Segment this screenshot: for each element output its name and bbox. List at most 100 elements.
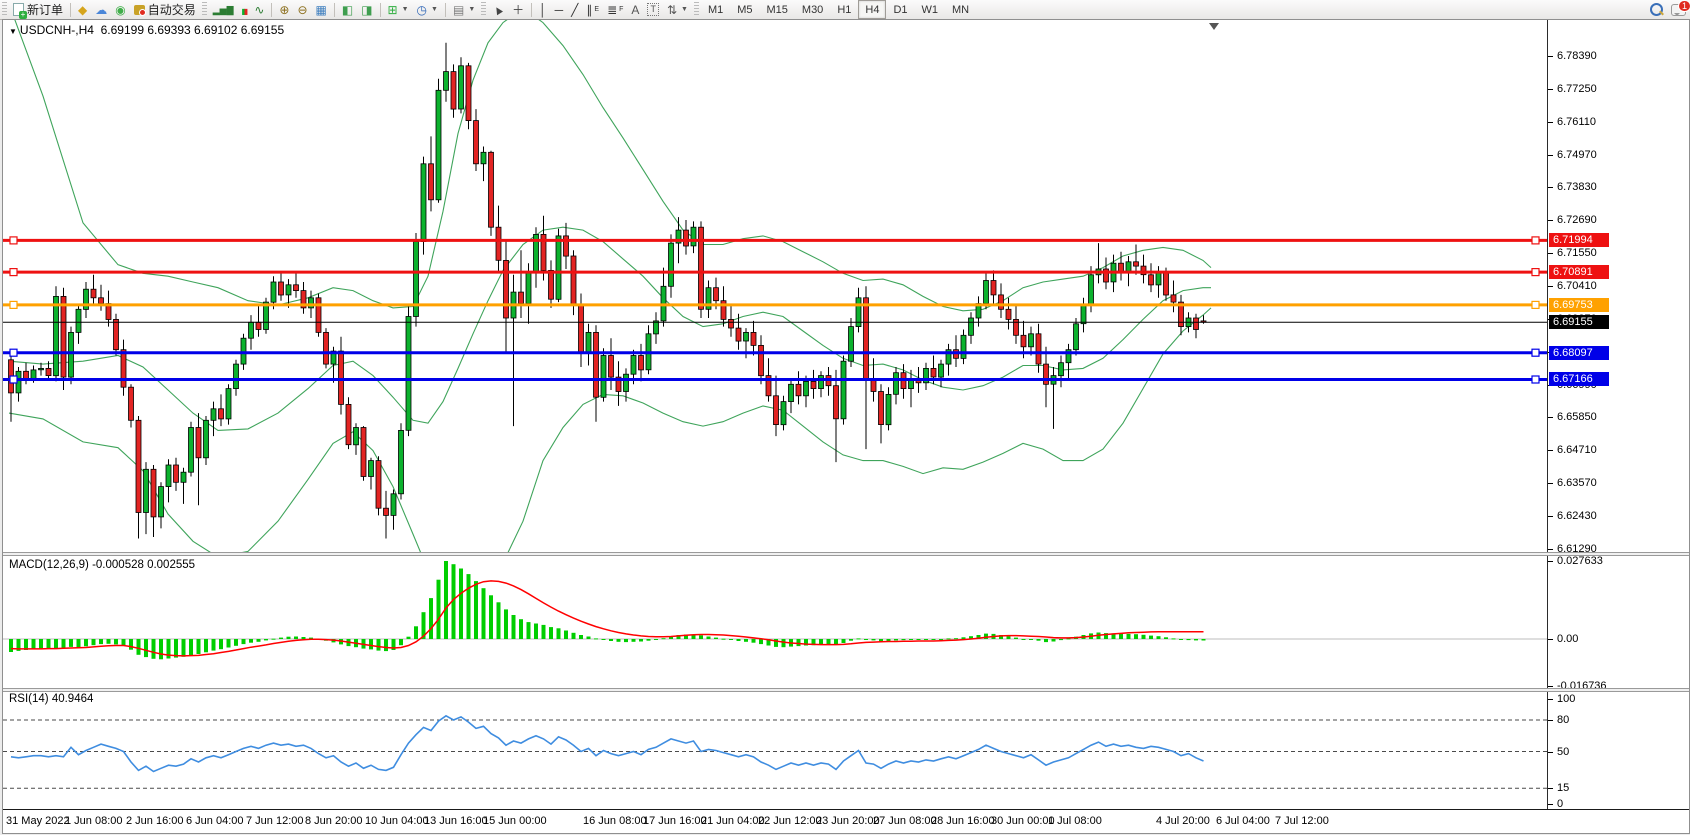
candle-body bbox=[39, 368, 44, 369]
candle-body bbox=[504, 260, 509, 318]
indicator-window-button[interactable]: ◧ bbox=[338, 1, 357, 18]
candle-body bbox=[729, 319, 734, 328]
axis-tick-label: 80 bbox=[1557, 714, 1569, 727]
period-clock-button[interactable]: ◷▼ bbox=[413, 1, 442, 18]
vertical-line-icon: │ bbox=[539, 4, 547, 16]
chart-window[interactable]: ▼USDCNH-,H4 6.69199 6.69393 6.69102 6.69… bbox=[2, 19, 1690, 834]
indicator-window-2-button[interactable]: ◨ bbox=[357, 1, 376, 18]
line-handle[interactable] bbox=[1532, 376, 1539, 383]
dropdown-caret-icon[interactable]: ▼ bbox=[402, 6, 409, 13]
line-handle[interactable] bbox=[10, 349, 17, 356]
time-axis-label: 13 Jun 16:00 bbox=[424, 815, 488, 827]
dropdown-caret-icon[interactable]: ▼ bbox=[468, 6, 475, 13]
line-handle[interactable] bbox=[10, 376, 17, 383]
time-axis-label: 17 Jun 16:00 bbox=[643, 815, 707, 827]
axis-tick-label: 6.76110 bbox=[1557, 116, 1596, 129]
panel-separator[interactable] bbox=[3, 688, 1689, 692]
timeframe-button-m30[interactable]: M30 bbox=[795, 0, 830, 19]
horizontal-line-button[interactable]: ─ bbox=[551, 1, 568, 18]
bar-chart-button[interactable]: ▂▅▇ bbox=[209, 1, 238, 18]
candle-body bbox=[474, 121, 479, 164]
candle-body bbox=[99, 298, 104, 304]
text-button[interactable]: A bbox=[627, 1, 643, 18]
tile-windows-button[interactable]: ▦ bbox=[312, 1, 331, 18]
macd-histogram-bar bbox=[1127, 634, 1131, 639]
dropdown-caret-icon[interactable]: ▼ bbox=[431, 6, 438, 13]
arrows-button[interactable]: ⇅▼ bbox=[663, 1, 692, 18]
macd-panel[interactable] bbox=[3, 556, 1547, 688]
panel-separator[interactable] bbox=[3, 552, 1689, 556]
zoom-in-button[interactable]: ⊕ bbox=[275, 1, 293, 18]
vertical-line-button[interactable]: │ bbox=[535, 1, 551, 18]
new-order-button[interactable]: 新订单 bbox=[9, 1, 67, 18]
candle-body bbox=[219, 409, 224, 419]
time-axis-label: 2 Jun 16:00 bbox=[126, 815, 184, 827]
line-handle[interactable] bbox=[1532, 349, 1539, 356]
macd-histogram-bar bbox=[437, 580, 441, 639]
candle-chart-button[interactable]: ▮▮ bbox=[238, 1, 251, 18]
candle-body bbox=[931, 368, 936, 377]
axis-tick bbox=[1548, 122, 1553, 123]
candle-body bbox=[1081, 305, 1086, 324]
community-button[interactable]: ☁ bbox=[91, 1, 111, 18]
macd-histogram-bar bbox=[572, 633, 576, 639]
channel-button[interactable]: ∥E bbox=[582, 1, 603, 18]
auto-trading-button[interactable]: 自动交易 bbox=[130, 1, 200, 18]
styler-button[interactable]: ◆ bbox=[74, 1, 91, 18]
line-chart-button[interactable]: ∿ bbox=[250, 1, 268, 18]
candle-body bbox=[24, 371, 29, 378]
auto-trading-button bbox=[134, 5, 145, 15]
timeframe-button-h1[interactable]: H1 bbox=[830, 0, 858, 19]
candle-body bbox=[181, 472, 186, 482]
macd-histogram-bar bbox=[707, 637, 711, 640]
candle-body bbox=[714, 288, 719, 301]
line-handle[interactable] bbox=[1532, 269, 1539, 276]
macd-histogram-bar bbox=[32, 639, 36, 649]
timeframe-button-w1[interactable]: W1 bbox=[915, 0, 946, 19]
line-handle[interactable] bbox=[10, 269, 17, 276]
cursor-button[interactable]: ▲ bbox=[488, 1, 508, 18]
macd-histogram-bar bbox=[459, 569, 463, 640]
candle-body bbox=[886, 394, 891, 424]
timeframe-button-m1[interactable]: M1 bbox=[701, 0, 730, 19]
signals-button[interactable]: ◉ bbox=[111, 1, 129, 18]
rsi-panel[interactable] bbox=[3, 692, 1547, 809]
candle-body bbox=[571, 256, 576, 305]
time-axis-label: 4 Jul 20:00 bbox=[1156, 815, 1210, 827]
macd-histogram-bar bbox=[92, 639, 96, 645]
notifications-button[interactable]: 1 bbox=[1667, 1, 1690, 18]
time-axis[interactable]: 31 May 20221 Jun 08:002 Jun 16:006 Jun 0… bbox=[3, 809, 1689, 833]
line-handle[interactable] bbox=[10, 301, 17, 308]
profiles-button[interactable]: ▤▼ bbox=[449, 1, 479, 18]
axis-tick bbox=[1548, 686, 1553, 687]
axis-tick-label: 6.73830 bbox=[1557, 181, 1597, 194]
notification-badge: 1 bbox=[1678, 0, 1690, 12]
timeframe-button-mn[interactable]: MN bbox=[945, 0, 976, 19]
macd-histogram-bar bbox=[602, 639, 606, 640]
axis-tick-label: 6.78390 bbox=[1557, 50, 1597, 63]
timeframe-button-m15[interactable]: M15 bbox=[760, 0, 795, 19]
zoom-out-button[interactable]: ⊖ bbox=[293, 1, 311, 18]
dropdown-caret-icon[interactable]: ▼ bbox=[681, 6, 688, 13]
timeframe-button-m5[interactable]: M5 bbox=[730, 0, 759, 19]
crosshair-button[interactable]: ＋ bbox=[508, 1, 528, 18]
new-chart-button[interactable]: ⊞▼ bbox=[384, 1, 413, 18]
trendline-button[interactable]: ╱ bbox=[567, 1, 582, 18]
timeframe-button-d1[interactable]: D1 bbox=[886, 0, 914, 19]
chart-shift-marker[interactable] bbox=[1209, 23, 1219, 30]
candle-chart-icon: ▮▮ bbox=[242, 3, 247, 17]
line-handle[interactable] bbox=[1532, 237, 1539, 244]
fibonacci-button[interactable]: ≣F bbox=[603, 1, 627, 18]
search-button[interactable] bbox=[1646, 1, 1667, 18]
collapse-arrow-icon[interactable]: ▼ bbox=[9, 27, 17, 36]
axis-tick bbox=[1548, 89, 1553, 90]
candle-body bbox=[136, 420, 141, 512]
label-button[interactable]: T bbox=[643, 1, 663, 18]
axis-tick bbox=[1548, 699, 1553, 700]
macd-histogram-bar bbox=[189, 639, 193, 655]
timeframe-button-h4[interactable]: H4 bbox=[858, 0, 886, 19]
line-handle[interactable] bbox=[10, 237, 17, 244]
axis-tick-label: 6.62430 bbox=[1557, 510, 1597, 523]
line-handle[interactable] bbox=[1532, 301, 1539, 308]
price-chart-panel[interactable] bbox=[3, 20, 1547, 552]
